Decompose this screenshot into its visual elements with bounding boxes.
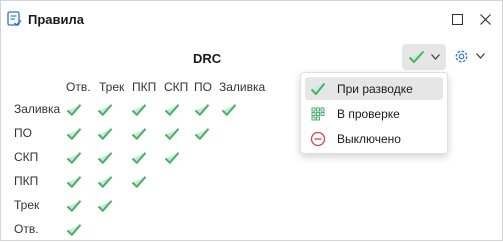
check-icon [164, 128, 180, 140]
check-icon [310, 82, 326, 95]
column-header: ПКП [132, 80, 157, 94]
maximize-icon [451, 13, 463, 25]
rule-check-cell[interactable] [97, 199, 113, 213]
rule-check-cell[interactable] [131, 127, 147, 141]
title-bar: Правила [1, 1, 502, 37]
row-label: ПО [14, 126, 32, 140]
rule-check-cell[interactable] [97, 175, 113, 189]
check-icon [194, 128, 210, 140]
check-icon [131, 104, 147, 116]
status-menu: При разводке В проверке Выключено [300, 72, 448, 154]
menu-item-in-check[interactable]: В проверке [305, 102, 443, 125]
rule-check-cell[interactable] [131, 103, 147, 117]
status-dropdown[interactable] [402, 44, 446, 70]
rule-check-cell[interactable] [97, 151, 113, 165]
grid-dots-icon [311, 107, 325, 121]
rule-check-cell[interactable] [66, 223, 82, 237]
rule-check-cell[interactable] [66, 199, 82, 213]
check-icon [66, 128, 82, 140]
rule-check-cell[interactable] [66, 127, 82, 141]
rule-check-cell[interactable] [164, 103, 180, 117]
section-title: DRC [193, 51, 222, 66]
menu-item-label: При разводке [337, 82, 413, 96]
close-button[interactable] [474, 8, 496, 30]
check-icon [97, 200, 113, 212]
check-icon [97, 152, 113, 164]
row-label: Отв. [14, 222, 39, 236]
minus-circle-icon [310, 131, 326, 147]
check-icon [66, 224, 82, 236]
rule-check-cell[interactable] [221, 103, 237, 117]
check-icon [194, 104, 210, 116]
menu-item-label: Выключено [337, 132, 401, 146]
menu-item-at-routing[interactable]: При разводке [305, 77, 443, 100]
row-label: Заливка [14, 102, 61, 116]
column-header: Отв. [66, 80, 91, 94]
check-icon [164, 152, 180, 164]
column-header: ПО [194, 80, 212, 94]
check-icon [97, 128, 113, 140]
column-header: Трек [99, 80, 125, 94]
row-label: ПКП [14, 174, 39, 188]
menu-item-label: В проверке [337, 107, 400, 121]
row-label: СКП [14, 150, 39, 164]
rule-check-cell[interactable] [164, 127, 180, 141]
gear-icon[interactable] [453, 48, 470, 65]
rule-check-cell[interactable] [66, 103, 82, 117]
check-icon [131, 152, 147, 164]
window-title: Правила [28, 12, 84, 27]
rule-check-cell[interactable] [194, 127, 210, 141]
rules-window: Правила DRC Отв. Трек ПКП СКП ПО Заливка… [0, 0, 503, 241]
check-icon [164, 104, 180, 116]
menu-item-disabled[interactable]: Выключено [305, 127, 443, 150]
column-header: Заливка [219, 80, 266, 94]
check-icon [66, 104, 82, 116]
rule-check-cell[interactable] [97, 127, 113, 141]
rule-check-cell[interactable] [131, 175, 147, 189]
check-icon [408, 50, 425, 63]
rule-check-cell[interactable] [66, 151, 82, 165]
chevron-down-icon [431, 54, 440, 60]
chevron-down-icon[interactable] [476, 53, 485, 59]
check-icon [221, 104, 237, 116]
close-icon [479, 13, 491, 25]
check-icon [97, 176, 113, 188]
app-icon [7, 11, 22, 26]
row-label: Трек [14, 198, 40, 212]
rule-check-cell[interactable] [164, 151, 180, 165]
column-header: СКП [164, 80, 189, 94]
check-icon [66, 200, 82, 212]
rule-check-cell[interactable] [66, 175, 82, 189]
rule-check-cell[interactable] [97, 103, 113, 117]
rule-check-cell[interactable] [131, 151, 147, 165]
check-icon [131, 176, 147, 188]
check-icon [66, 152, 82, 164]
maximize-button[interactable] [446, 8, 468, 30]
check-icon [131, 128, 147, 140]
check-icon [66, 176, 82, 188]
rule-check-cell[interactable] [194, 103, 210, 117]
check-icon [97, 104, 113, 116]
